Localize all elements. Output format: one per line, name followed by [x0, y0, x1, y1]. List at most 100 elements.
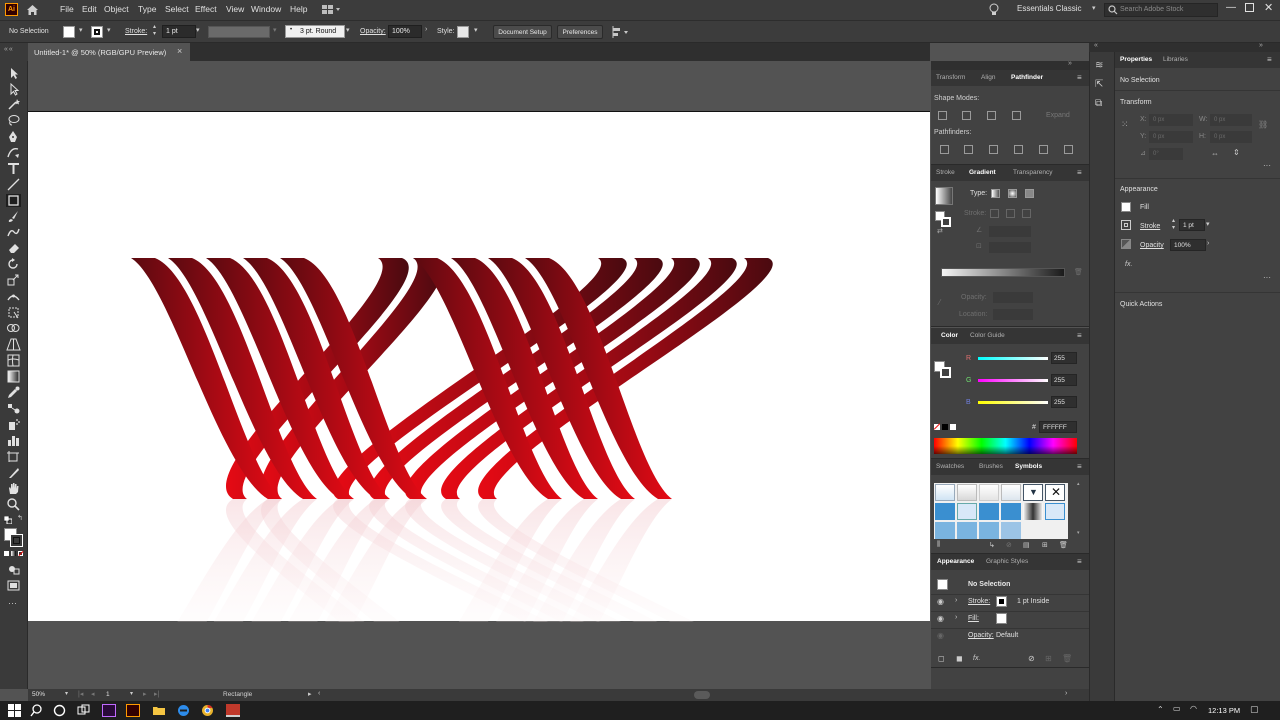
appearance-opacity-label[interactable]: Opacity:	[968, 632, 994, 639]
color-mode-icons[interactable]	[4, 551, 24, 558]
search-icon[interactable]	[30, 704, 44, 717]
green-value-field[interactable]: 255	[1051, 374, 1077, 386]
slice-tool-icon[interactable]	[6, 466, 21, 479]
artboard-number-field[interactable]: 1 ▾	[102, 689, 138, 701]
stroke-weight-field[interactable]: 1 pt	[162, 25, 196, 38]
recorder-taskbar-icon[interactable]	[226, 704, 240, 717]
shape-builder-tool-icon[interactable]	[6, 322, 21, 335]
color-fill-stroke-icon[interactable]	[934, 361, 952, 379]
collapse-toolbar-icon[interactable]: ««	[4, 46, 14, 53]
chevron-right-icon[interactable]: ›	[425, 26, 427, 33]
gradient-tool-icon[interactable]	[6, 370, 21, 383]
symbol-web-bar[interactable]	[957, 484, 977, 501]
stroke-color-swatch[interactable]	[10, 534, 23, 547]
chevron-right-icon[interactable]: ›	[955, 614, 957, 621]
rectangle-tool-icon[interactable]	[6, 194, 21, 207]
rotate-tool-icon[interactable]	[6, 258, 21, 271]
expand-dock-icon[interactable]: «	[1094, 42, 1098, 49]
gradient-slider[interactable]	[941, 268, 1065, 277]
illustrator-taskbar-icon[interactable]	[126, 704, 140, 717]
menu-effect[interactable]: Effect	[195, 4, 217, 14]
symbols-scrollbar[interactable]: ▴ ▾	[1077, 481, 1082, 539]
gradient-preview-swatch[interactable]	[935, 187, 953, 205]
red-slider[interactable]	[978, 357, 1048, 360]
tab-color[interactable]: Color	[941, 332, 958, 339]
swap-colors-icon[interactable]: ↰	[17, 514, 23, 522]
tab-swatches[interactable]: Swatches	[936, 463, 964, 470]
close-window-button[interactable]: ✕	[1264, 1, 1273, 14]
maximize-button[interactable]	[1245, 3, 1254, 12]
properties-stroke-swatch[interactable]	[1121, 220, 1131, 230]
document-tab[interactable]: Untitled-1* @ 50% (RGB/GPU Preview) ×	[28, 43, 190, 61]
exclude-icon[interactable]	[1012, 111, 1021, 120]
symbol-web-bar[interactable]	[957, 503, 977, 520]
symbol-web-bar[interactable]	[1045, 503, 1065, 520]
red-value-field[interactable]: 255	[1051, 352, 1077, 364]
stroke-swatch[interactable]	[91, 26, 103, 38]
appearance-fill-swatch[interactable]	[996, 613, 1007, 624]
more-options-icon[interactable]: ···	[1263, 273, 1271, 282]
divide-icon[interactable]	[940, 145, 949, 154]
blue-value-field[interactable]: 255	[1051, 396, 1077, 408]
menu-edit[interactable]: Edit	[82, 4, 97, 14]
appearance-stroke-swatch[interactable]	[996, 596, 1007, 607]
network-icon[interactable]: ⌃	[1157, 705, 1164, 714]
menu-view[interactable]: View	[226, 4, 244, 14]
chevron-right-icon[interactable]: ›	[955, 597, 957, 604]
radial-gradient-icon[interactable]	[1008, 189, 1017, 198]
graphic-style-swatch[interactable]	[457, 26, 469, 38]
magic-wand-tool-icon[interactable]	[6, 98, 21, 111]
symbol-calendar[interactable]	[935, 503, 955, 520]
panel-menu-icon[interactable]: ≡	[1077, 462, 1082, 471]
chrome-browser-icon[interactable]	[201, 704, 215, 717]
clear-appearance-icon[interactable]: ⊘	[1028, 654, 1035, 663]
scroll-right-icon[interactable]: ›	[1065, 690, 1067, 697]
pen-tool-icon[interactable]	[6, 130, 21, 143]
panel-menu-icon[interactable]: ≡	[1077, 331, 1082, 340]
crop-icon[interactable]	[1014, 145, 1023, 154]
collapse-panels-icon[interactable]: »	[1068, 60, 1072, 67]
tab-properties[interactable]: Properties	[1120, 56, 1152, 63]
reverse-gradient-icon[interactable]: ⇄	[937, 227, 943, 235]
layers-icon[interactable]: ≋	[1095, 60, 1103, 71]
blue-slider[interactable]	[978, 401, 1048, 404]
horizontal-scrollbar[interactable]	[328, 691, 1068, 699]
add-fill-icon[interactable]: ◼	[956, 654, 963, 663]
taskbar-clock[interactable]: 12:13 PM	[1208, 706, 1240, 715]
artboard[interactable]	[28, 111, 930, 680]
screen-mode-icon[interactable]	[6, 579, 21, 592]
zoom-tool-icon[interactable]	[6, 498, 21, 511]
lightbulb-icon[interactable]	[989, 3, 999, 16]
menu-select[interactable]: Select	[165, 4, 189, 14]
outline-icon[interactable]	[1039, 145, 1048, 154]
direct-selection-tool-icon[interactable]	[6, 82, 21, 96]
symbol-rss[interactable]	[979, 503, 999, 520]
constrain-proportions-icon[interactable]: ⛓	[1258, 120, 1268, 129]
battery-icon[interactable]: ▭	[1173, 704, 1181, 713]
stroke-stepper-icon[interactable]: ▴ ▾	[1172, 218, 1175, 232]
file-explorer-icon[interactable]	[152, 704, 166, 717]
chevron-down-icon[interactable]: ▾	[79, 26, 83, 34]
status-menu-arrow-icon[interactable]: ▸	[308, 690, 312, 698]
black-swatch[interactable]	[942, 424, 948, 430]
menu-object[interactable]: Object	[104, 4, 129, 14]
stroke-stepper-icon[interactable]: ▴ ▾	[153, 24, 156, 38]
export-icon[interactable]: ⇱	[1095, 79, 1103, 90]
after-effects-taskbar-icon[interactable]	[102, 704, 116, 717]
menu-type[interactable]: Type	[138, 4, 156, 14]
symbol-dropdown[interactable]: ▼	[1023, 484, 1043, 501]
unite-icon[interactable]	[938, 111, 947, 120]
blend-tool-icon[interactable]	[6, 402, 21, 415]
type-tool-icon[interactable]	[6, 162, 21, 175]
line-segment-tool-icon[interactable]	[6, 178, 21, 191]
scale-tool-icon[interactable]	[6, 274, 21, 287]
merge-icon[interactable]	[989, 145, 998, 154]
edit-toolbar-icon[interactable]: ···	[8, 598, 17, 608]
visibility-eye-icon[interactable]: ◉	[937, 631, 944, 640]
symbol-options-icon[interactable]: ▤	[1023, 541, 1030, 549]
menu-window[interactable]: Window	[251, 4, 281, 14]
linear-gradient-icon[interactable]	[991, 189, 1000, 198]
windows-start-icon[interactable]	[8, 704, 22, 717]
preferences-button[interactable]: Preferences	[557, 25, 603, 39]
free-transform-tool-icon[interactable]	[6, 306, 21, 319]
